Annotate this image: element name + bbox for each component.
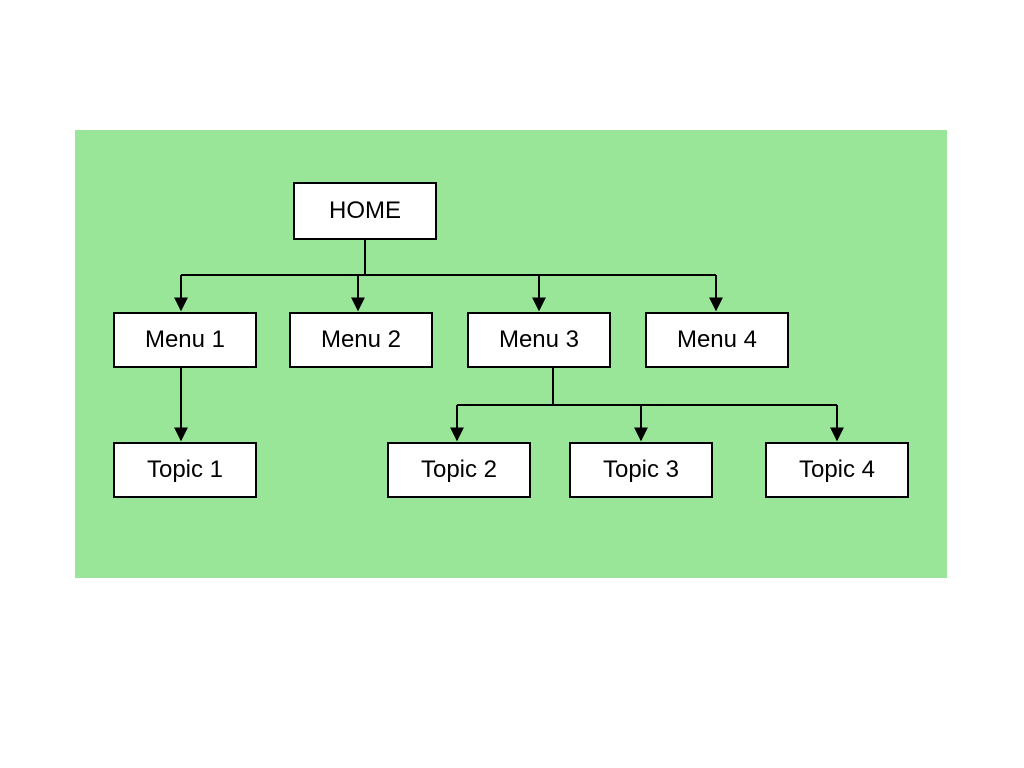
node-menu-2-label: Menu 2: [321, 326, 401, 354]
node-menu-3-label: Menu 3: [499, 326, 579, 354]
node-topic-4: Topic 4: [765, 442, 909, 498]
node-menu-1: Menu 1: [113, 312, 257, 368]
node-topic-1-label: Topic 1: [147, 456, 223, 484]
node-menu-4: Menu 4: [645, 312, 789, 368]
node-topic-4-label: Topic 4: [799, 456, 875, 484]
node-topic-3: Topic 3: [569, 442, 713, 498]
node-topic-3-label: Topic 3: [603, 456, 679, 484]
node-topic-1: Topic 1: [113, 442, 257, 498]
node-topic-2-label: Topic 2: [421, 456, 497, 484]
node-menu-1-label: Menu 1: [145, 326, 225, 354]
node-home: HOME: [293, 182, 437, 240]
node-menu-2: Menu 2: [289, 312, 433, 368]
node-home-label: HOME: [329, 197, 401, 225]
node-menu-4-label: Menu 4: [677, 326, 757, 354]
node-topic-2: Topic 2: [387, 442, 531, 498]
diagram-canvas: HOME Menu 1 Menu 2 Menu 3 Menu 4 Topic 1…: [75, 130, 947, 578]
node-menu-3: Menu 3: [467, 312, 611, 368]
